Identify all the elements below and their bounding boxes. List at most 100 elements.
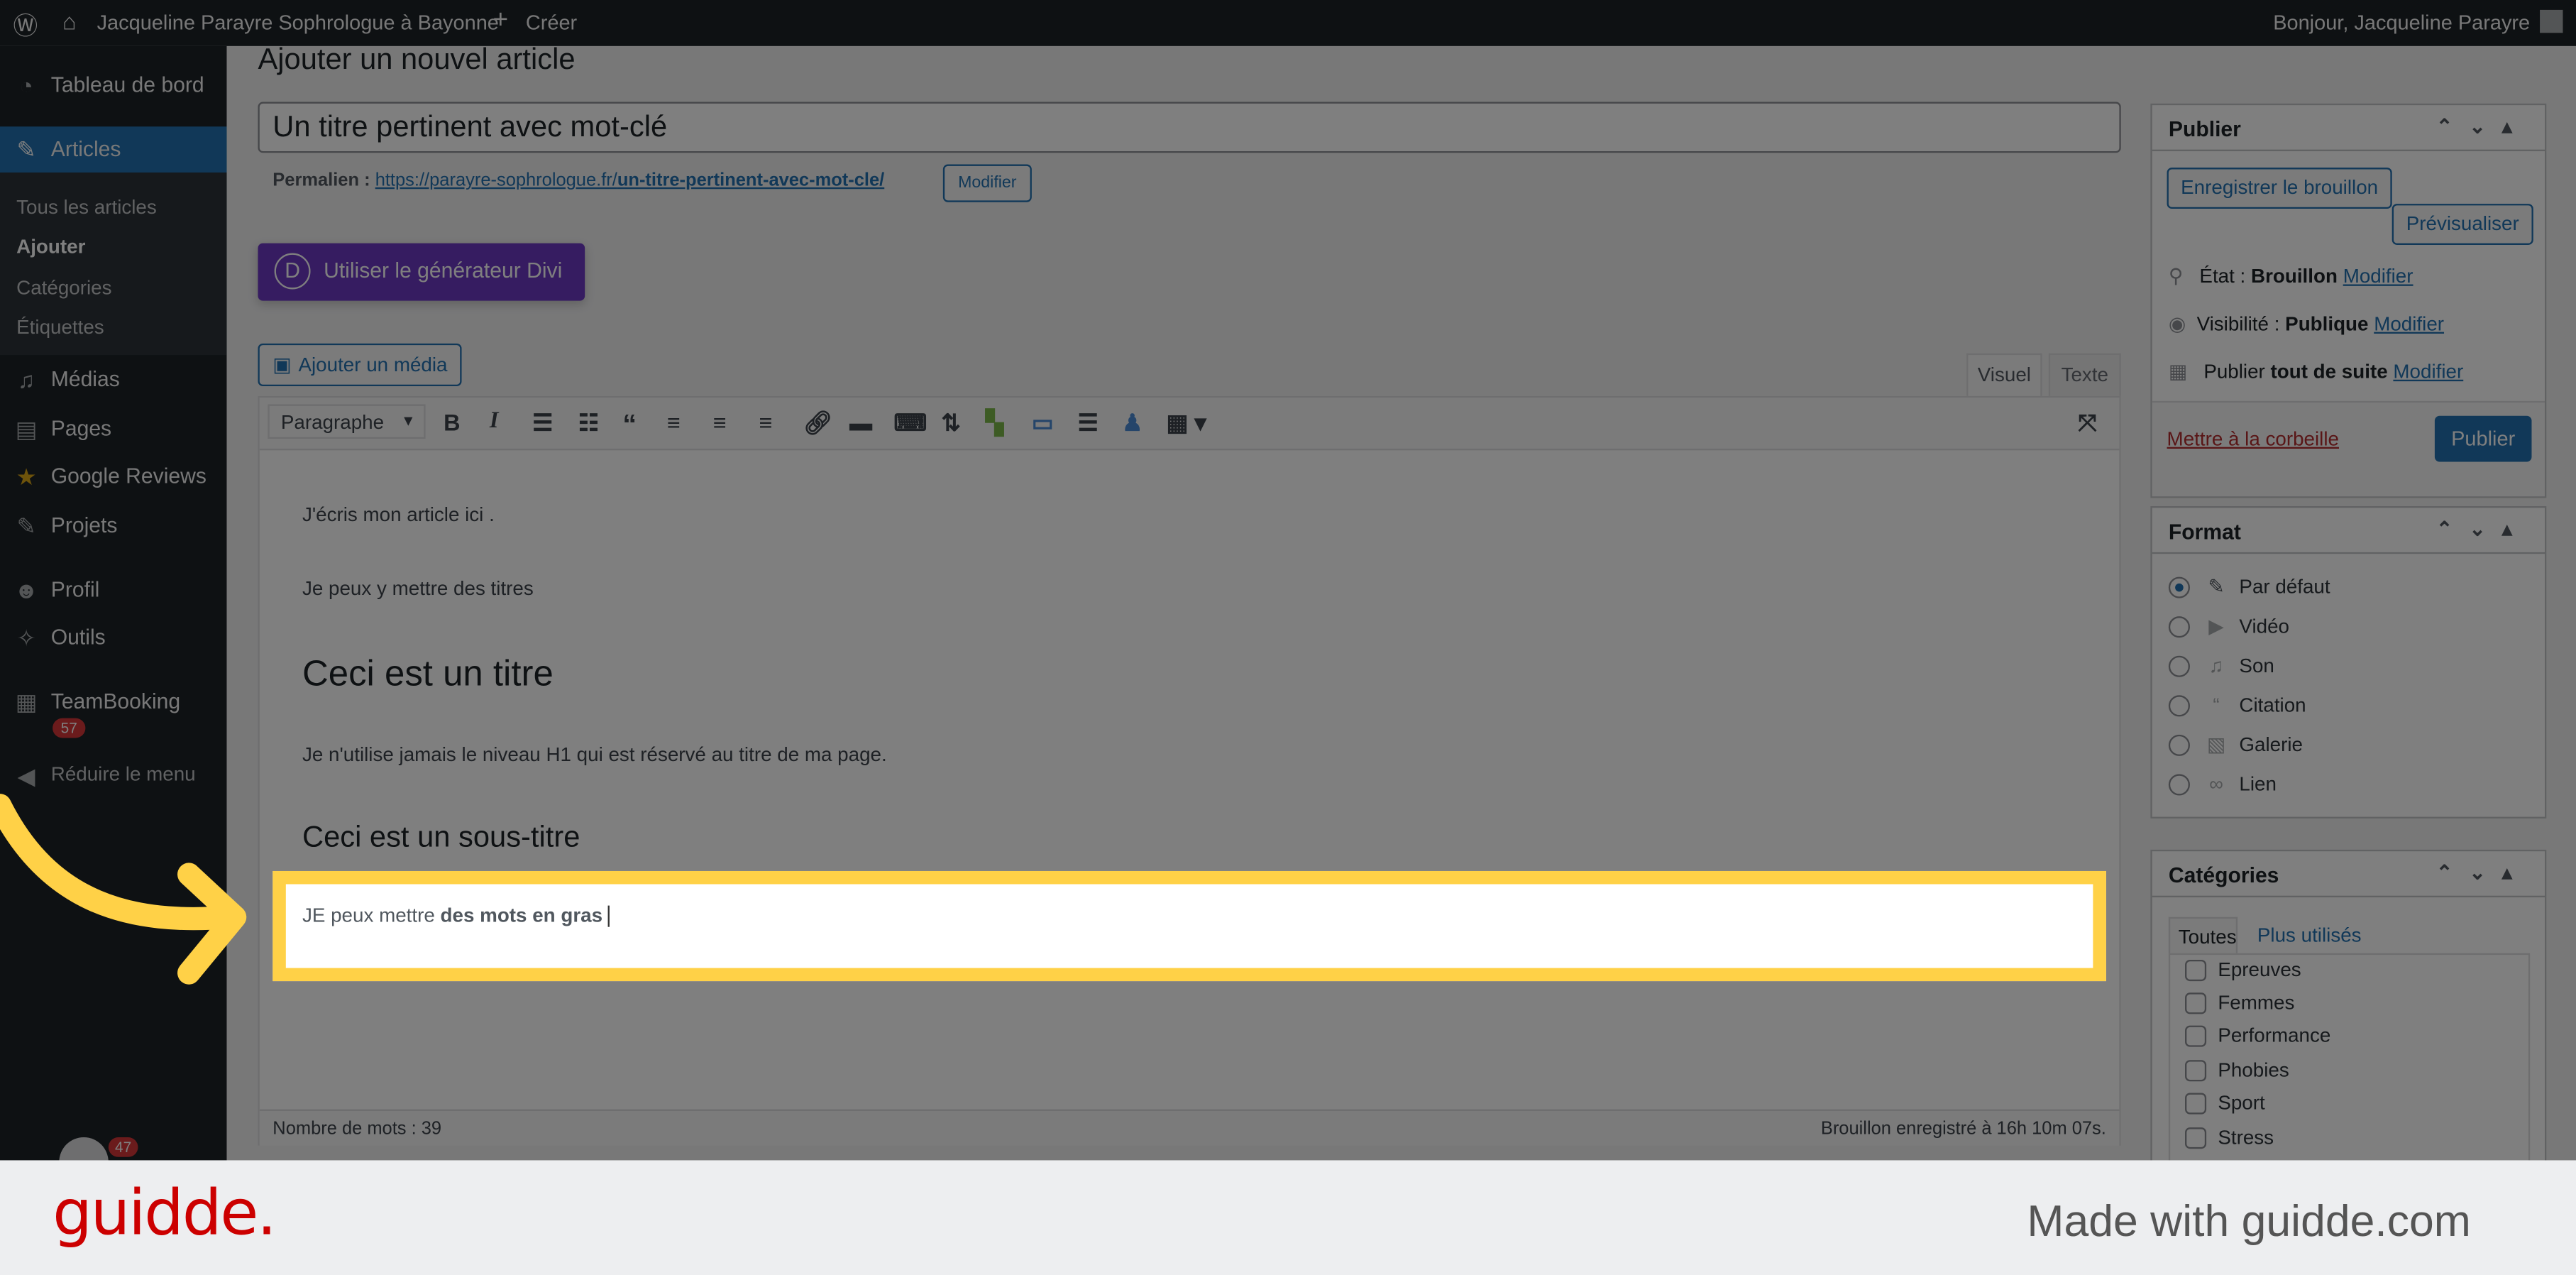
align-center-icon[interactable]: ≡	[713, 409, 727, 435]
category-item[interactable]: Epreuves	[2185, 958, 2301, 982]
sidebar-item-articles[interactable]: ✎ Articles	[0, 126, 227, 173]
link-icon[interactable]: 🔗︎	[803, 409, 832, 437]
pin-icon: ✎	[16, 513, 36, 540]
format-option[interactable]: “Citation	[2168, 694, 2306, 718]
list-icon[interactable]: ☰	[1078, 409, 1099, 437]
align-left-icon[interactable]: ≡	[667, 409, 681, 435]
sidebar-item-projects[interactable]: ✎ Projets	[0, 503, 226, 549]
home-icon[interactable]: ⌂	[62, 9, 77, 35]
wordpress-logo-icon[interactable]: Ⓦ	[13, 9, 38, 43]
permalink-edit-button[interactable]: Modifier	[942, 164, 1032, 202]
format-box-title: Format ⌃⌄▴	[2152, 508, 2545, 554]
preview-button[interactable]: Prévisualiser	[2391, 204, 2533, 245]
create-link[interactable]: Créer	[526, 11, 577, 34]
category-item[interactable]: Sport	[2185, 1091, 2265, 1115]
trash-link[interactable]: Mettre à la corbeille	[2167, 427, 2339, 450]
tab-all-categories[interactable]: Toutes	[2168, 916, 2238, 953]
text-cursor	[607, 906, 610, 928]
box-controls-icon[interactable]: ⌃⌄▴	[2436, 518, 2528, 540]
schedule-edit-link[interactable]: Modifier	[2393, 360, 2463, 383]
editor	[258, 395, 2121, 1146]
media-icon: ▣	[273, 353, 292, 377]
page-title: Ajouter un nouvel article	[258, 43, 576, 76]
notification-badge: 47	[108, 1137, 138, 1157]
align-right-icon[interactable]: ≡	[759, 409, 773, 435]
fullscreen-icon[interactable]: ⤧	[2079, 409, 2097, 437]
status-edit-link[interactable]: Modifier	[2343, 265, 2413, 288]
format-option[interactable]: ✎ Par défaut	[2168, 575, 2330, 599]
autosave-status: Brouillon enregistré à 16h 10m 07s.	[1820, 1119, 2106, 1139]
paragraph[interactable]: Je peux y mettre des titres	[302, 577, 534, 600]
visibility-edit-link[interactable]: Modifier	[2374, 312, 2444, 335]
bold-icon[interactable]: B	[444, 409, 460, 435]
read-more-icon[interactable]: ▬	[849, 409, 872, 435]
calendar-icon[interactable]: ▦ ▾	[1167, 409, 1206, 437]
sidebar-item-teambooking[interactable]: ▦ TeamBooking 57	[0, 679, 226, 745]
sidebar-item-google-reviews[interactable]: ★ Google Reviews	[0, 454, 226, 500]
guidde-tagline: Made with guidde.com	[2027, 1196, 2471, 1246]
tab-popular-categories[interactable]: Plus utilisés	[2257, 924, 2362, 946]
sidebar-item-profile[interactable]: ☻ Profil	[0, 567, 226, 613]
add-media-button[interactable]: ▣ Ajouter un média	[258, 343, 462, 387]
tab-visual[interactable]: Visuel	[1966, 353, 2042, 396]
publish-button[interactable]: Publier	[2434, 415, 2532, 462]
tab-text[interactable]: Texte	[2048, 353, 2121, 396]
format-option[interactable]: ♫ Son	[2168, 654, 2274, 678]
sidebar-item-tools[interactable]: ✧ Outils	[0, 615, 226, 661]
numbered-list-icon[interactable]: ☷	[578, 409, 599, 437]
avatar[interactable]	[2540, 9, 2563, 33]
save-draft-button[interactable]: Enregistrer le brouillon	[2167, 168, 2392, 209]
permalink-link[interactable]: https://parayre-sophrologue.fr/un-titre-…	[375, 171, 885, 191]
bullet-list-icon[interactable]: ☰	[532, 409, 553, 437]
category-item[interactable]: Performance	[2185, 1024, 2330, 1048]
submenu-add[interactable]: Ajouter	[16, 235, 85, 258]
submenu-categories[interactable]: Catégories	[16, 276, 111, 299]
heading-h3[interactable]: Ceci est un sous-titre	[302, 820, 580, 855]
permalink: Permalien : https://parayre-sophrologue.…	[273, 171, 884, 191]
greeting-link[interactable]: Bonjour, Jacqueline Parayre	[2273, 11, 2530, 34]
link-icon: ∞	[2209, 772, 2223, 796]
paragraph[interactable]: JE peux mettre des mots en gras	[302, 904, 610, 928]
user-icon: ☻	[13, 576, 39, 603]
site-name-link[interactable]: Jacqueline Parayre Sophrologue à Bayonne	[97, 11, 499, 34]
submenu-all-articles[interactable]: Tous les articles	[16, 195, 157, 218]
heading-h2[interactable]: Ceci est un titre	[302, 652, 554, 695]
sidebar-item-pages[interactable]: ▤ Pages	[0, 406, 226, 452]
permalink-label: Permalien :	[273, 170, 370, 191]
eye-icon: ◉	[2168, 312, 2186, 336]
format-option[interactable]: ▧ Galerie	[2168, 733, 2303, 757]
layout-icon[interactable]: ▚	[986, 409, 1003, 437]
toolbar-toggle-icon[interactable]: ⌨	[893, 409, 927, 437]
box-controls-icon[interactable]: ⌃⌄▴	[2436, 861, 2528, 884]
star-icon: ★	[16, 463, 37, 490]
shortcode-icon[interactable]: ⇅	[942, 409, 961, 437]
title-input[interactable]: Un titre pertinent avec mot-clé	[258, 102, 2121, 153]
blockquote-icon[interactable]: “	[622, 409, 637, 442]
audio-icon: ♫	[2208, 654, 2224, 677]
format-select[interactable]: Paragraphe ▼	[268, 404, 426, 439]
sidebar-item-media[interactable]: ♫ Médias	[0, 356, 226, 403]
italic-icon[interactable]: I	[490, 409, 499, 435]
sidebar-item-dashboard[interactable]: ◔ Tableau de bord	[0, 62, 226, 109]
box-controls-icon[interactable]: ⌃⌄▴	[2436, 115, 2528, 138]
format-option[interactable]: ∞ Lien	[2168, 772, 2277, 797]
publish-box: Publier ⌃⌄▴ Enregistrer le brouillon Prév…	[2150, 103, 2547, 498]
paragraph[interactable]: Je n'utilise jamais le niveau H1 qui est…	[302, 743, 887, 765]
paragraph[interactable]: J'écris mon article ici .	[302, 503, 495, 525]
highlighted-paragraph[interactable]: JE peux mettre des mots en gras	[273, 870, 2106, 982]
plus-icon: +	[492, 6, 509, 35]
screen: Ⓦ ⌂ Jacqueline Parayre Sophrologue à Bay…	[0, 0, 2576, 1275]
divi-builder-button[interactable]: D Utiliser le générateur Divi	[258, 243, 585, 301]
submenu-tags[interactable]: Étiquettes	[16, 315, 104, 338]
editor-status-bar: Nombre de mots : 39 Brouillon enregistré…	[259, 1109, 2120, 1146]
notification-badge: 57	[53, 718, 86, 738]
category-item[interactable]: Femmes	[2185, 991, 2294, 1015]
button-icon[interactable]: ▭	[1032, 409, 1054, 437]
category-item[interactable]: Phobies	[2185, 1058, 2289, 1083]
radio-checked[interactable]	[2168, 577, 2190, 599]
calendar-icon: ▦	[2168, 359, 2188, 383]
user-icon[interactable]: ♟	[1122, 409, 1143, 437]
format-option[interactable]: ▶ Vidéo	[2168, 615, 2289, 638]
category-item[interactable]: Stress	[2185, 1126, 2274, 1149]
bold-text: des mots en gras	[440, 904, 603, 927]
